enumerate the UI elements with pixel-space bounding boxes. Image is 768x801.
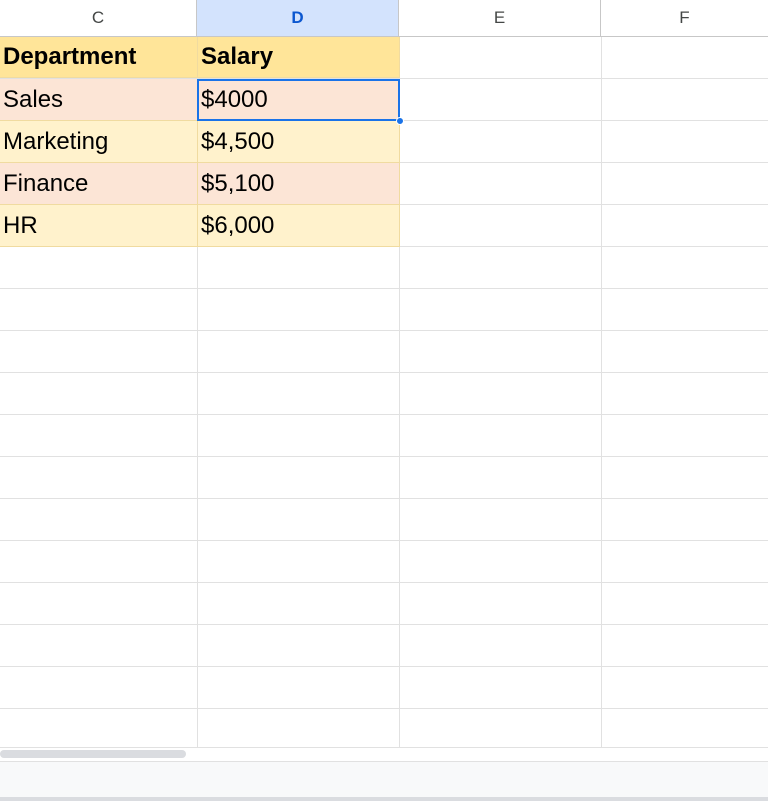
sheet-tabs-strip [0, 797, 768, 801]
cell-c1-department-header[interactable]: Department [0, 37, 198, 78]
cell-d5[interactable]: $6,000 [198, 205, 400, 247]
column-header-e[interactable]: E [399, 0, 601, 36]
cell-c3[interactable]: Marketing [0, 121, 198, 163]
cell-d3[interactable]: $4,500 [198, 121, 400, 163]
column-header-d[interactable]: D [197, 0, 399, 36]
fill-handle[interactable] [396, 117, 404, 125]
spreadsheet-grid: C D E F Department Salary Sales $4000 Ma… [0, 0, 768, 801]
cell-d1-salary-header[interactable]: Salary [198, 37, 400, 78]
column-header-c[interactable]: C [0, 0, 197, 36]
column-header-row: C D E F [0, 0, 768, 37]
column-header-f[interactable]: F [601, 0, 768, 36]
sheet-bottom-bar [0, 761, 768, 801]
horizontal-scrollbar-thumb[interactable] [0, 750, 186, 758]
cell-d4[interactable]: $5,100 [198, 163, 400, 205]
cell-c4[interactable]: Finance [0, 163, 198, 205]
cell-c5[interactable]: HR [0, 205, 198, 247]
cell-d2[interactable]: $4000 [198, 79, 400, 121]
cell-c2[interactable]: Sales [0, 79, 198, 121]
